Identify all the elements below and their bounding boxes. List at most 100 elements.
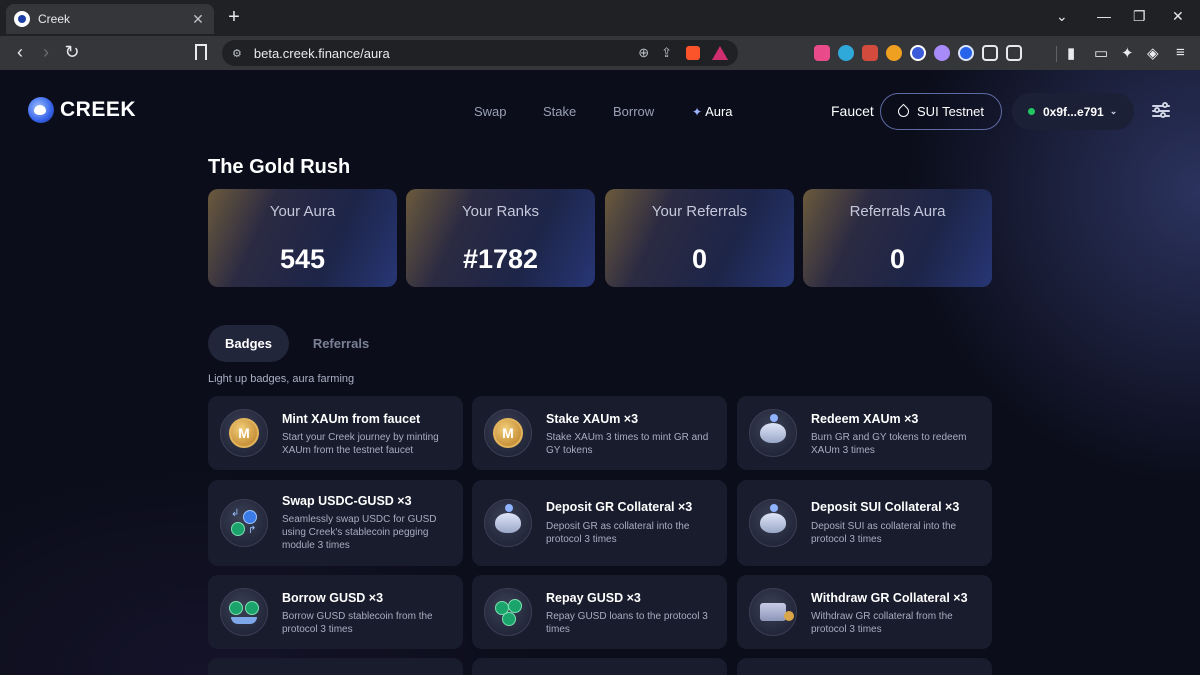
faucet-link[interactable]: Faucet <box>831 103 874 119</box>
badge-card[interactable] <box>472 658 727 675</box>
stat-label: Your Aura <box>269 203 336 220</box>
leo-ai-icon[interactable]: ✦ <box>1121 44 1134 62</box>
extension-icon[interactable] <box>814 45 830 61</box>
chevron-down-icon: ⌄ <box>1109 106 1118 116</box>
badge-desc: Stake XAUm 3 times to mint GR and GY tok… <box>546 432 709 456</box>
brave-rewards-icon[interactable] <box>712 46 728 60</box>
badge-card[interactable]: ↲ ↱ Swap USDC-GUSD ×3 Seamlessly swap USD… <box>208 480 463 566</box>
tab-search-icon[interactable]: ⌄ <box>1056 8 1068 25</box>
piggy-bank-icon <box>484 499 532 547</box>
stat-label: Referrals Aura <box>849 203 946 220</box>
nav-stake[interactable]: Stake <box>543 104 576 119</box>
badge-title: Withdraw GR Collateral ×3 <box>811 591 968 605</box>
reload-icon[interactable]: ↻ <box>62 42 82 62</box>
badge-desc: Withdraw GR collateral from the protocol… <box>811 611 953 635</box>
wallet-icon[interactable]: ▭ <box>1094 44 1108 62</box>
badge-card[interactable]: Deposit SUI Collateral ×3 Deposit SUI as… <box>737 480 992 566</box>
address-bar[interactable]: ⚙ beta.creek.finance/aura ⊕ ⇪ <box>222 40 738 66</box>
gold-coin-icon: M <box>484 409 532 457</box>
nav-aura[interactable]: ✦ Aura <box>692 104 733 119</box>
browser-tabstrip: Creek ✕ + ⌄ — ❐ ✕ <box>0 0 1200 36</box>
new-tab-button[interactable]: + <box>224 6 244 29</box>
bookmark-icon[interactable] <box>195 44 207 60</box>
badge-title: Stake XAUm ×3 <box>546 412 639 426</box>
badge-title: Redeem XAUm ×3 <box>811 412 919 426</box>
url-text[interactable]: beta.creek.finance/aura <box>254 46 626 61</box>
badge-card[interactable]: Redeem XAUm ×3 Burn GR and GY tokens to … <box>737 396 992 470</box>
badge-title: Mint XAUm from faucet <box>282 412 421 426</box>
close-tab-icon[interactable]: ✕ <box>190 11 206 28</box>
gold-coin-icon: M <box>220 409 268 457</box>
site-info-icon[interactable]: ⚙ <box>232 47 242 60</box>
stat-label: Your Referrals <box>651 203 748 220</box>
restore-icon[interactable]: ❐ <box>1133 8 1146 25</box>
nav-aura-label: Aura <box>705 104 733 119</box>
badge-desc: Start your Creek journey by minting XAUm… <box>282 432 439 456</box>
menu-icon[interactable]: ≡ <box>1176 44 1185 61</box>
badge-desc: Repay GUSD loans to the protocol 3 times <box>546 611 708 635</box>
tab-badges[interactable]: Badges <box>208 325 289 362</box>
network-label: SUI Testnet <box>917 104 984 119</box>
page-title: The Gold Rush <box>208 156 351 178</box>
sui-drop-icon <box>895 103 912 120</box>
brave-shields-icon[interactable] <box>686 46 700 60</box>
wallet-address: 0x9f...e791 <box>1043 104 1104 119</box>
extension-icon[interactable] <box>838 45 854 61</box>
badge-card[interactable]: Withdraw GR Collateral ×3 Withdraw GR co… <box>737 575 992 649</box>
extension-icon[interactable] <box>886 45 902 61</box>
sparkle-icon: ✦ <box>692 105 703 119</box>
stat-value: 0 <box>889 244 906 274</box>
settings-sliders-icon[interactable] <box>1152 102 1170 119</box>
stat-card-your-ranks: Your Ranks #1782 <box>406 189 595 287</box>
browser-tab[interactable]: Creek ✕ <box>6 4 214 34</box>
stat-value: 0 <box>691 244 708 274</box>
app-page: CREEK Swap Stake Borrow ✦ Aura Faucet SUI… <box>0 70 1200 675</box>
badge-title: Swap USDC-GUSD ×3 <box>282 494 412 508</box>
connected-dot-icon <box>1028 108 1035 115</box>
badge-card[interactable]: Deposit GR Collateral ×3 Deposit GR as c… <box>472 480 727 566</box>
badge-desc: Deposit GR as collateral into the protoc… <box>546 521 690 545</box>
piggy-bank-icon <box>749 499 797 547</box>
browser-toolbar: ‹ › ↻ ⚙ beta.creek.finance/aura ⊕ ⇪ ▮ ▭ … <box>0 36 1200 70</box>
extensions-row <box>814 45 1022 61</box>
badge-card[interactable]: Repay GUSD ×3 Repay GUSD loans to the pr… <box>472 575 727 649</box>
creek-logo[interactable]: CREEK <box>28 97 136 123</box>
creek-favicon-icon <box>14 11 30 27</box>
sidebar-icon[interactable]: ▮ <box>1067 44 1075 62</box>
badge-desc: Burn GR and GY tokens to redeem XAUm 3 t… <box>811 432 967 456</box>
minimize-icon[interactable]: — <box>1097 8 1111 24</box>
screenshot-icon[interactable] <box>1006 45 1022 61</box>
nav-borrow[interactable]: Borrow <box>613 104 654 119</box>
forward-icon[interactable]: › <box>36 42 56 62</box>
badge-card[interactable]: Borrow GUSD ×3 Borrow GUSD stablecoin fr… <box>208 575 463 649</box>
zoom-icon[interactable]: ⊕ <box>638 45 649 61</box>
piggy-bank-icon <box>749 409 797 457</box>
badge-title: Borrow GUSD ×3 <box>282 591 384 605</box>
back-icon[interactable]: ‹ <box>10 42 30 62</box>
hand-coins-icon <box>220 588 268 636</box>
badge-card[interactable]: M Stake XAUm ×3 Stake XAUm 3 times to mi… <box>472 396 727 470</box>
network-button[interactable]: SUI Testnet <box>880 93 1002 130</box>
extensions-puzzle-icon[interactable] <box>982 45 998 61</box>
coin-stack-icon <box>484 588 532 636</box>
stat-value: #1782 <box>462 244 539 274</box>
creek-logo-icon <box>28 97 54 123</box>
badges-hint: Light up badges, aura farming <box>208 373 355 385</box>
extension-icon[interactable] <box>862 45 878 61</box>
extension-icon[interactable] <box>934 45 950 61</box>
badge-title: Repay GUSD ×3 <box>546 591 641 605</box>
badge-card[interactable] <box>737 658 992 675</box>
badge-title: Deposit SUI Collateral ×3 <box>811 500 960 514</box>
tab-referrals[interactable]: Referrals <box>299 325 383 362</box>
extension-icon[interactable] <box>958 45 974 61</box>
nav-swap[interactable]: Swap <box>474 104 507 119</box>
stat-card-your-referrals: Your Referrals 0 <box>605 189 794 287</box>
tab-title: Creek <box>38 12 71 26</box>
vpn-icon[interactable]: ◈ <box>1147 44 1159 62</box>
close-window-icon[interactable]: ✕ <box>1172 8 1184 25</box>
badge-card[interactable]: M Mint XAUm from faucet Start your Creek… <box>208 396 463 470</box>
wallet-button[interactable]: 0x9f...e791 ⌄ <box>1012 93 1134 130</box>
badge-card[interactable] <box>208 658 463 675</box>
extension-icon[interactable] <box>910 45 926 61</box>
share-icon[interactable]: ⇪ <box>661 45 672 61</box>
